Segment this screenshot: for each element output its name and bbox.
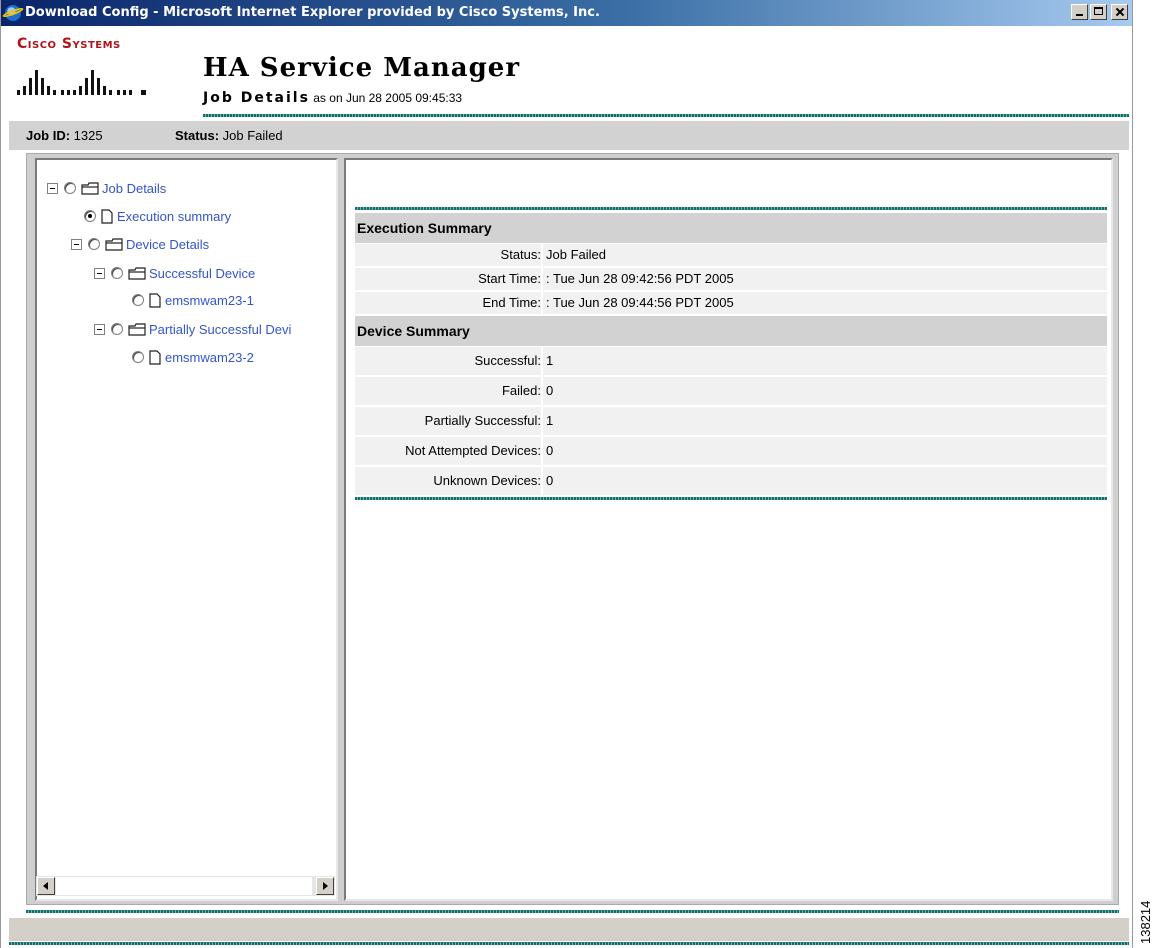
table-row: Unknown Devices: 0 (355, 467, 1107, 497)
tree-item-label: Successful Device (149, 265, 256, 281)
row-label: Unknown Devices: (355, 467, 543, 495)
tree-item-label: Device Details (126, 236, 210, 252)
tree-radio[interactable] (132, 294, 144, 306)
summary-top-divider (355, 207, 1107, 210)
row-value: 1 (546, 353, 554, 368)
tree-item-successful-device[interactable]: Successful Device (94, 262, 255, 284)
job-info-bar: Job ID: 1325 Status: Job Failed (9, 121, 1129, 150)
tree-item-device-2[interactable]: emsmwam23-2 (132, 346, 254, 368)
scroll-thumb[interactable] (56, 877, 312, 895)
row-label: Partially Successful: (355, 407, 543, 435)
job-status: Status: Job Failed (175, 128, 283, 143)
collapse-icon[interactable] (71, 238, 82, 250)
tree-horizontal-scrollbar[interactable] (36, 876, 335, 896)
scroll-left-arrow-icon[interactable] (37, 877, 55, 895)
tree-item-label: Execution summary (117, 208, 232, 224)
page-subtitle-date: as on Jun 28 2005 09:45:33 (309, 91, 463, 105)
row-value: : Tue Jun 28 09:44:56 PDT 2005 (546, 295, 734, 310)
row-label: End Time: (355, 292, 543, 314)
table-row: Partially Successful: 1 (355, 407, 1107, 437)
job-id: Job ID: 1325 (26, 128, 103, 143)
folder-icon (128, 266, 146, 280)
job-id-label: Job ID: (26, 128, 71, 143)
tree-item-device-details[interactable]: Device Details (71, 233, 209, 255)
row-label: Not Attempted Devices: (355, 437, 543, 465)
table-row: Successful: 1 (355, 347, 1107, 377)
row-value: 0 (546, 473, 554, 488)
row-label: Successful: (355, 347, 543, 375)
tree-radio[interactable] (64, 182, 76, 194)
row-value: Job Failed (546, 247, 606, 262)
tree-radio[interactable] (88, 238, 100, 250)
document-icon (149, 292, 161, 308)
job-id-value: 1325 (70, 128, 103, 143)
table-row: End Time: : Tue Jun 28 09:44:56 PDT 2005 (355, 292, 1107, 316)
collapse-icon[interactable] (94, 323, 105, 335)
tree-radio[interactable] (132, 351, 144, 363)
tree-item-label: Job Details (102, 180, 167, 196)
summary-bottom-divider (355, 497, 1107, 500)
tree-item-label: emsmwam23-2 (165, 349, 254, 365)
row-label: Start Time: (355, 268, 543, 290)
table-row: Start Time: : Tue Jun 28 09:42:56 PDT 20… (355, 268, 1107, 292)
table-row: Status: Job Failed (355, 244, 1107, 268)
status-bar (9, 918, 1129, 941)
job-status-label: Status: (175, 128, 220, 143)
row-value: 0 (546, 443, 554, 458)
figure-number: 138214 (1138, 900, 1153, 944)
row-label: Failed: (355, 377, 543, 405)
close-button[interactable] (1111, 4, 1128, 20)
collapse-icon[interactable] (47, 182, 58, 194)
summary-table: Execution Summary Status: Job Failed Sta… (355, 213, 1107, 500)
device-summary-heading: Device Summary (355, 316, 1107, 347)
tree-radio-selected[interactable] (84, 210, 96, 222)
tree-item-partially-successful[interactable]: Partially Successful Devi (94, 318, 291, 340)
row-label: Status: (355, 244, 543, 266)
status-bar-divider (9, 942, 1129, 945)
page-subtitle: Job Details as on Jun 28 2005 09:45:33 (203, 90, 462, 106)
window-controls (1071, 4, 1128, 20)
maximize-button[interactable] (1090, 4, 1107, 20)
scroll-right-arrow-icon[interactable] (316, 877, 334, 895)
footer-divider (26, 910, 1119, 913)
window-title: Download Config - Microsoft Internet Exp… (25, 5, 600, 20)
folder-icon (81, 181, 99, 195)
title-bar[interactable]: Download Config - Microsoft Internet Exp… (1, 0, 1132, 26)
cisco-bridge-logo-icon (17, 70, 146, 95)
collapse-icon[interactable] (94, 267, 105, 279)
page-subtitle-strong: Job Details (203, 90, 310, 106)
folder-icon (105, 237, 123, 251)
tree-item-execution-summary[interactable]: Execution summary (84, 205, 231, 227)
table-row: Not Attempted Devices: 0 (355, 437, 1107, 467)
cisco-logo-text: Cisco Systems (17, 36, 121, 52)
internet-explorer-icon (5, 5, 21, 21)
app-title: HA Service Manager (203, 53, 521, 83)
header-divider (203, 114, 1129, 117)
tree-item-label: Partially Successful Devi (149, 321, 292, 337)
document-icon (149, 349, 161, 365)
tree-item-device-1[interactable]: emsmwam23-1 (132, 289, 254, 311)
minimize-button[interactable] (1071, 4, 1088, 20)
tree-item-label: emsmwam23-1 (165, 292, 254, 308)
tree-item-job-details[interactable]: Job Details (47, 177, 166, 199)
row-value: 0 (546, 383, 554, 398)
tree-pane: Job Details Execution summary Device Det… (35, 158, 338, 901)
folder-icon (128, 322, 146, 336)
table-row: Failed: 0 (355, 377, 1107, 407)
execution-summary-heading: Execution Summary (355, 213, 1107, 244)
tree-radio[interactable] (111, 267, 123, 279)
document-icon (101, 208, 113, 224)
job-status-value: Job Failed (219, 128, 283, 143)
row-value: 1 (546, 413, 554, 428)
tree-radio[interactable] (111, 323, 123, 335)
row-value: : Tue Jun 28 09:42:56 PDT 2005 (546, 271, 734, 286)
